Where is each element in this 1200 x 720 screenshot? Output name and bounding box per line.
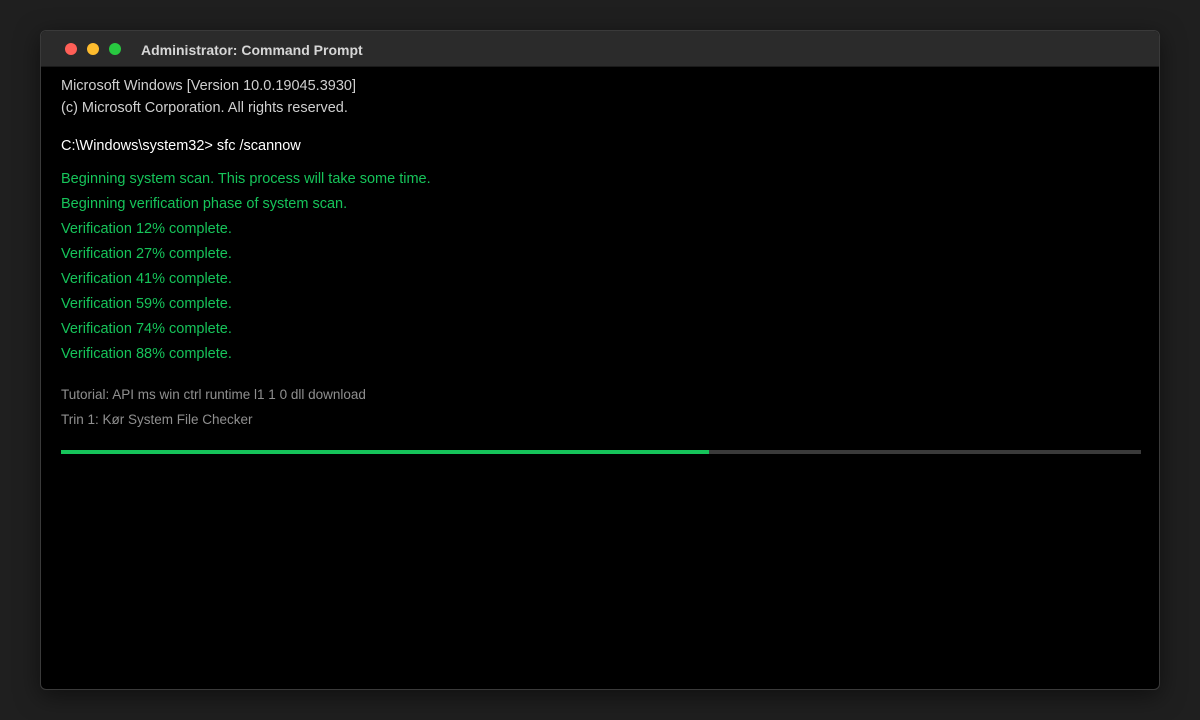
output-line: Verification 59% complete. — [61, 296, 232, 312]
tutorial-step: Trin 1: Kør System File Checker — [61, 412, 253, 427]
title-bar[interactable]: Administrator: Command Prompt — [41, 31, 1159, 67]
command-line: C:\Windows\system32> sfc /scannow — [61, 138, 301, 154]
output-line: Beginning verification phase of system s… — [61, 196, 348, 212]
output-line: Verification 88% complete. — [61, 346, 232, 362]
close-button[interactable] — [65, 43, 77, 55]
terminal-window: Administrator: Command Prompt Microsoft … — [40, 30, 1160, 690]
console-output[interactable]: Microsoft Windows [Version 10.0.19045.39… — [61, 67, 1141, 454]
copyright-line: (c) Microsoft Corporation. All rights re… — [61, 100, 348, 116]
output-line: Verification 12% complete. — [61, 221, 232, 237]
progress-bar-fill — [61, 450, 709, 454]
output-line: Verification 74% complete. — [61, 321, 232, 337]
tutorial-title: Tutorial: API ms win ctrl runtime l1 1 0… — [61, 387, 366, 402]
minimize-button[interactable] — [87, 43, 99, 55]
maximize-button[interactable] — [109, 43, 121, 55]
output-line: Verification 27% complete. — [61, 246, 232, 262]
output-line: Verification 41% complete. — [61, 271, 232, 287]
progress-bar — [61, 450, 1141, 454]
window-title: Administrator: Command Prompt — [141, 42, 363, 58]
version-line: Microsoft Windows [Version 10.0.19045.39… — [61, 78, 356, 94]
output-line: Beginning system scan. This process will… — [61, 171, 431, 187]
